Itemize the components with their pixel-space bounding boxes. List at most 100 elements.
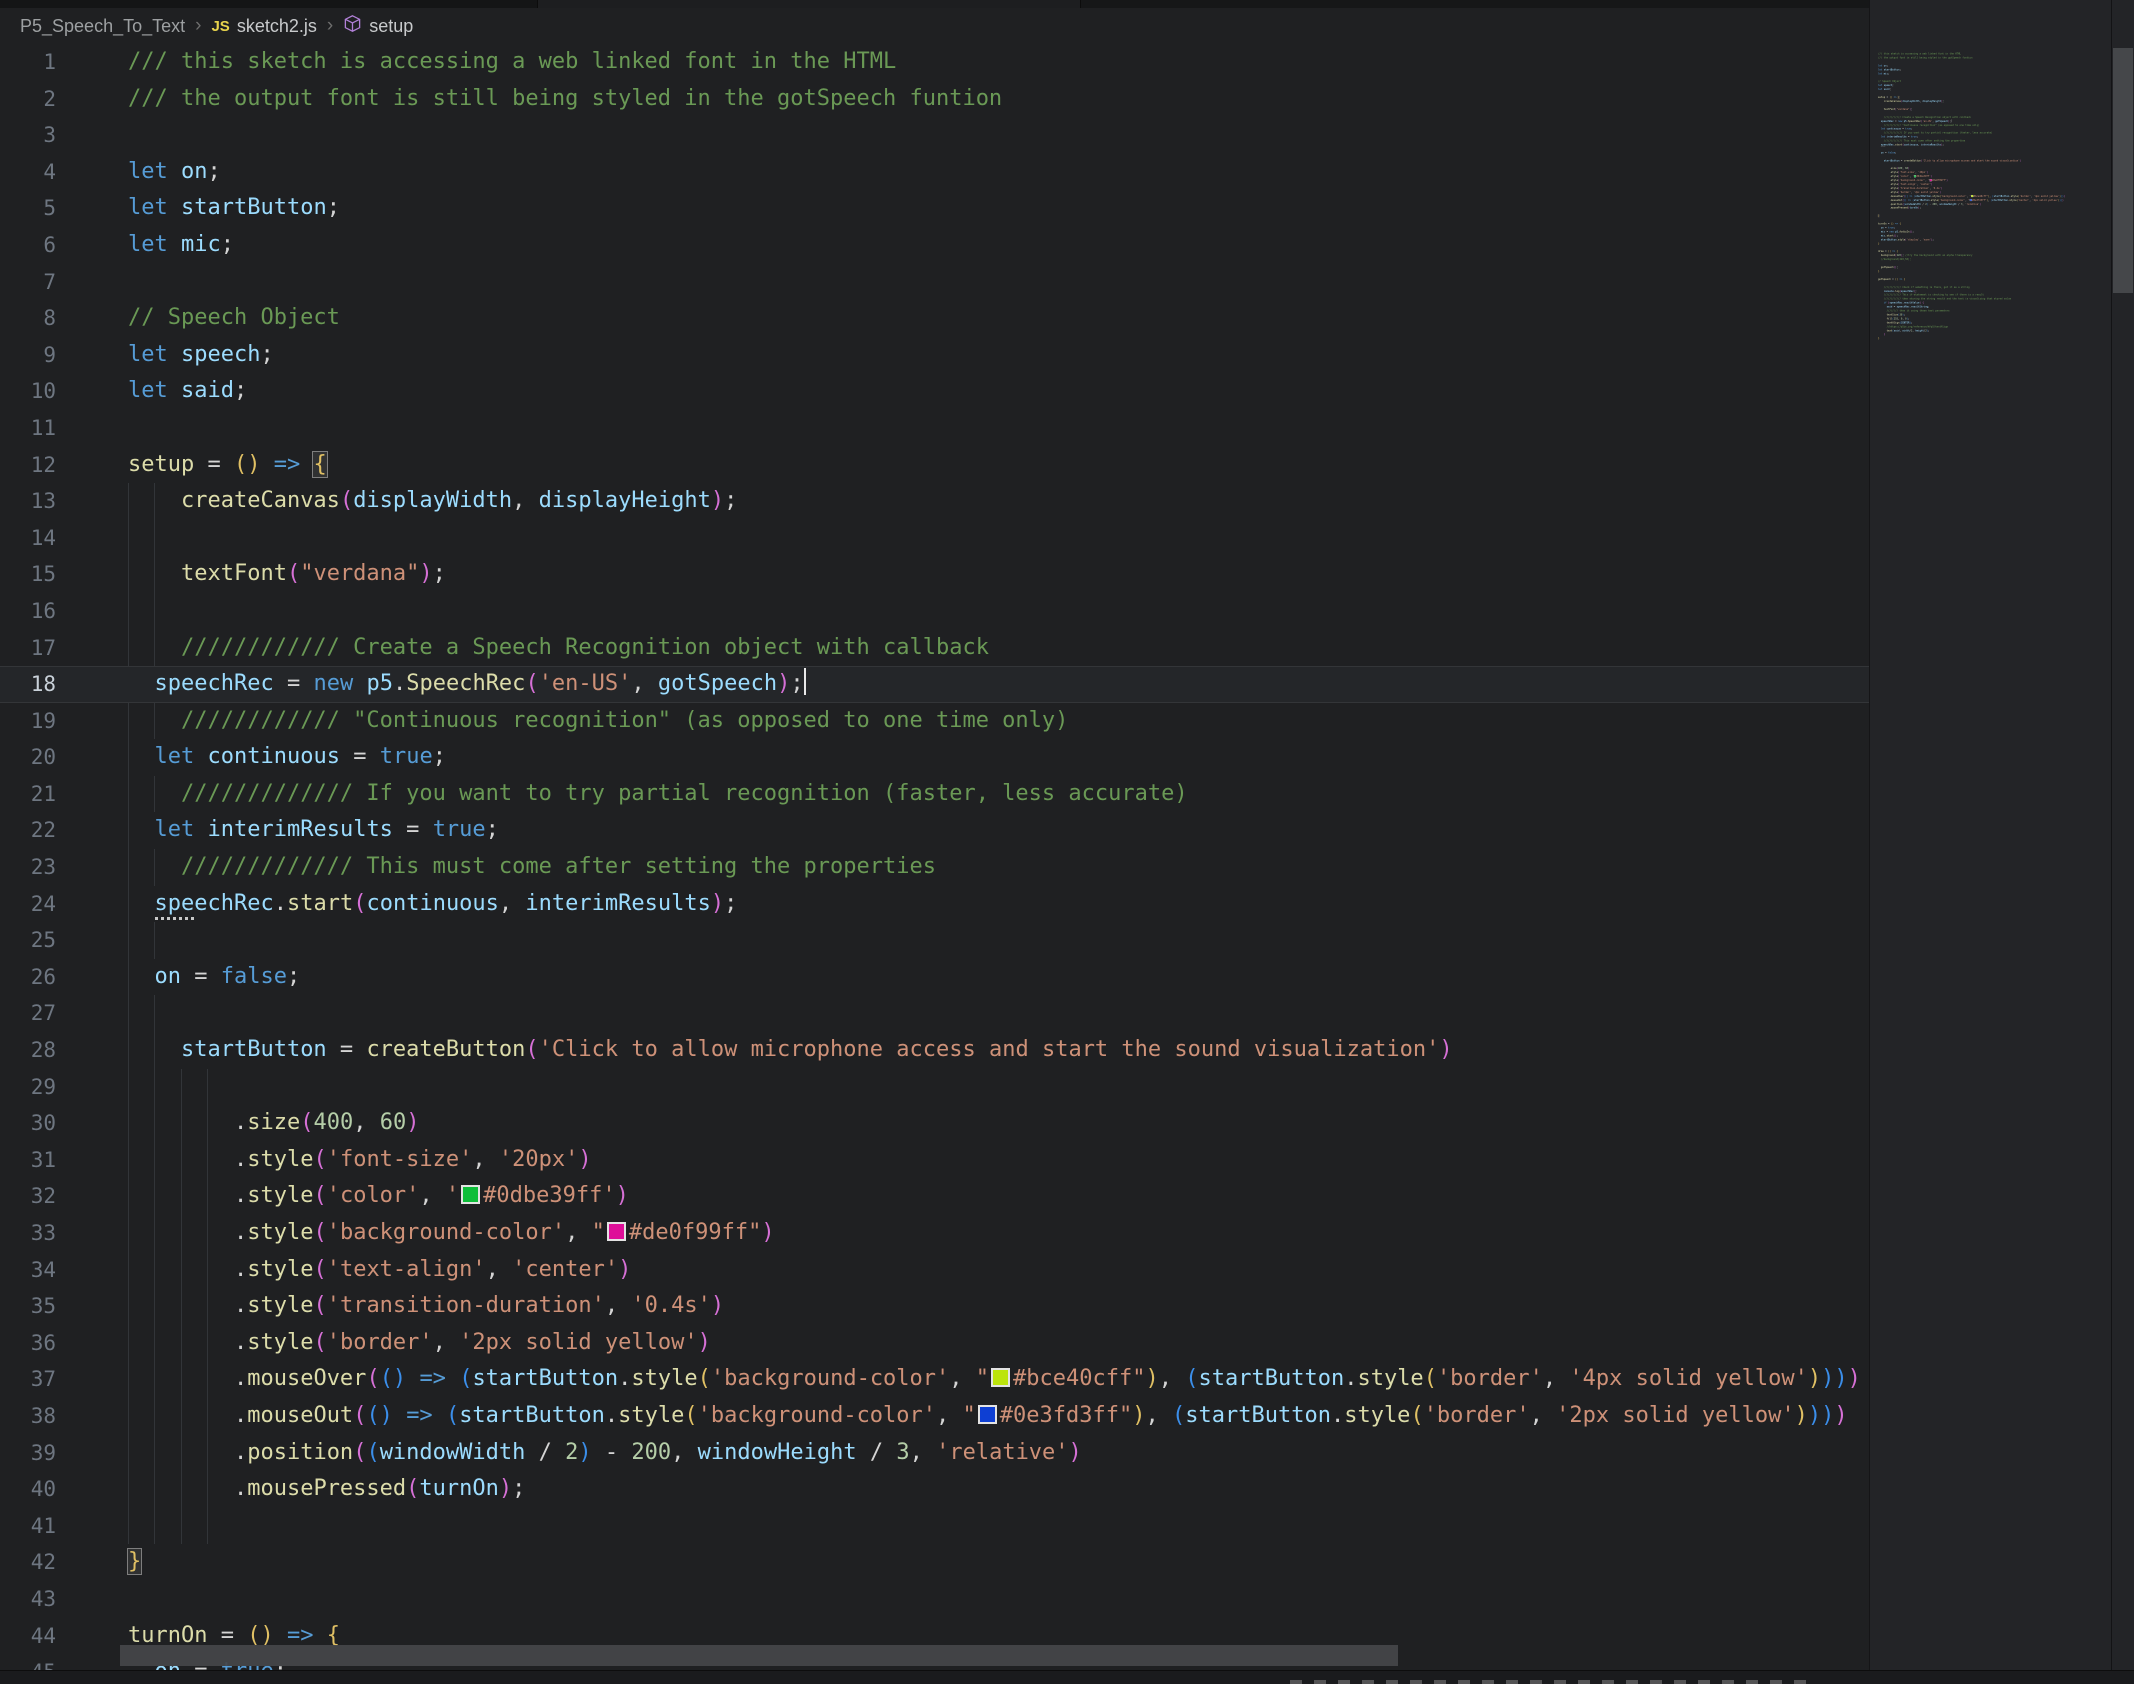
vertical-scrollbar-thumb[interactable] bbox=[2113, 48, 2133, 293]
horizontal-scrollbar-thumb[interactable] bbox=[120, 1645, 1398, 1666]
code-line[interactable]: 7 bbox=[0, 264, 1869, 301]
code-line[interactable]: 41 bbox=[0, 1508, 1869, 1545]
code-line[interactable]: 23 ///////////// This must come after se… bbox=[0, 849, 1869, 886]
inline-color-swatch[interactable] bbox=[607, 1222, 626, 1241]
code-line-text[interactable]: .style('transition-duration', '0.4s') bbox=[100, 1288, 1869, 1325]
code-line[interactable]: 12setup = () => { bbox=[0, 447, 1869, 484]
code-line[interactable]: 29 bbox=[0, 1069, 1869, 1106]
code-line-text[interactable]: .style('background-color', "#de0f99ff") bbox=[100, 1215, 1869, 1252]
line-number[interactable]: 13 bbox=[0, 483, 100, 520]
code-line-text[interactable]: on = false; bbox=[100, 959, 1869, 996]
code-line[interactable]: 33 .style('background-color', "#de0f99ff… bbox=[0, 1215, 1869, 1252]
line-number[interactable]: 5 bbox=[0, 190, 100, 227]
line-number[interactable]: 23 bbox=[0, 849, 100, 886]
code-line-text[interactable]: ///////////// If you want to try partial… bbox=[100, 776, 1869, 813]
tab-strip[interactable] bbox=[0, 0, 2134, 8]
code-line-text[interactable]: let said; bbox=[100, 373, 1869, 410]
line-number[interactable]: 11 bbox=[0, 410, 100, 447]
code-line-text[interactable]: .size(400, 60) bbox=[100, 1105, 1869, 1142]
code-line-text[interactable]: createCanvas(displayWidth, displayHeight… bbox=[100, 483, 1869, 520]
code-line[interactable]: 30 .size(400, 60) bbox=[0, 1105, 1869, 1142]
code-line-text[interactable]: .style('text-align', 'center') bbox=[100, 1252, 1869, 1289]
code-line[interactable]: 28 startButton = createButton('Click to … bbox=[0, 1032, 1869, 1069]
code-line-text[interactable]: } bbox=[100, 1544, 1869, 1581]
code-line-text[interactable]: setup = () => { bbox=[100, 447, 1869, 484]
line-number[interactable]: 28 bbox=[0, 1032, 100, 1069]
code-line-text[interactable]: let continuous = true; bbox=[100, 739, 1869, 776]
code-line[interactable]: 8// Speech Object bbox=[0, 300, 1869, 337]
code-editor-area[interactable]: 1/// this sketch is accessing a web link… bbox=[0, 44, 1869, 1684]
code-line[interactable]: 26 on = false; bbox=[0, 959, 1869, 996]
code-line[interactable]: 15 textFont("verdana"); bbox=[0, 556, 1869, 593]
line-number[interactable]: 1 bbox=[0, 44, 100, 81]
line-number[interactable]: 31 bbox=[0, 1142, 100, 1179]
tab-segment-active[interactable] bbox=[538, 0, 1081, 8]
line-number[interactable]: 27 bbox=[0, 995, 100, 1032]
line-number[interactable]: 24 bbox=[0, 886, 100, 923]
code-line[interactable]: 31 .style('font-size', '20px') bbox=[0, 1142, 1869, 1179]
code-line[interactable]: 3 bbox=[0, 117, 1869, 154]
line-number[interactable]: 12 bbox=[0, 447, 100, 484]
line-number[interactable]: 44 bbox=[0, 1618, 100, 1655]
line-number[interactable]: 42 bbox=[0, 1544, 100, 1581]
line-number[interactable]: 29 bbox=[0, 1069, 100, 1106]
code-line-text[interactable] bbox=[100, 995, 1869, 1032]
code-line-text[interactable]: let mic; bbox=[100, 227, 1869, 264]
code-line-text[interactable]: /// the output font is still being style… bbox=[100, 81, 1869, 118]
code-line[interactable]: 6let mic; bbox=[0, 227, 1869, 264]
code-line-text[interactable] bbox=[100, 1508, 1869, 1545]
tab-segment[interactable] bbox=[0, 0, 538, 8]
line-number[interactable]: 25 bbox=[0, 922, 100, 959]
line-number[interactable]: 8 bbox=[0, 300, 100, 337]
code-line[interactable]: 19 //////////// "Continuous recognition"… bbox=[0, 703, 1869, 740]
line-number[interactable]: 21 bbox=[0, 776, 100, 813]
code-line[interactable]: 21 ///////////// If you want to try part… bbox=[0, 776, 1869, 813]
code-line-text[interactable]: // Speech Object bbox=[100, 300, 1869, 337]
code-line[interactable]: 40 .mousePressed(turnOn); bbox=[0, 1471, 1869, 1508]
code-line-text[interactable] bbox=[100, 1581, 1869, 1618]
code-line-text[interactable]: .mouseOver(() => (startButton.style('bac… bbox=[100, 1361, 1869, 1398]
line-number[interactable]: 33 bbox=[0, 1215, 100, 1252]
code-line[interactable]: 38 .mouseOut(() => (startButton.style('b… bbox=[0, 1398, 1869, 1435]
code-line[interactable]: 32 .style('color', '#0dbe39ff') bbox=[0, 1178, 1869, 1215]
line-number[interactable]: 40 bbox=[0, 1471, 100, 1508]
code-line-text[interactable]: speechRec = new p5.SpeechRec('en-US', go… bbox=[100, 666, 1869, 703]
code-line-text[interactable]: /// this sketch is accessing a web linke… bbox=[100, 44, 1869, 81]
code-line[interactable]: 9let speech; bbox=[0, 337, 1869, 374]
breadcrumb-symbol[interactable]: setup bbox=[369, 16, 413, 37]
line-number[interactable]: 32 bbox=[0, 1178, 100, 1215]
code-line[interactable]: 11 bbox=[0, 410, 1869, 447]
code-line[interactable]: 37 .mouseOver(() => (startButton.style('… bbox=[0, 1361, 1869, 1398]
code-line[interactable]: 20 let continuous = true; bbox=[0, 739, 1869, 776]
code-line-text[interactable]: //////////// "Continuous recognition" (a… bbox=[100, 703, 1869, 740]
code-line[interactable]: 24 speechRec.start(continuous, interimRe… bbox=[0, 886, 1869, 923]
code-line[interactable]: 16 bbox=[0, 593, 1869, 630]
inline-color-swatch[interactable] bbox=[461, 1185, 480, 1204]
line-number[interactable]: 37 bbox=[0, 1361, 100, 1398]
line-number[interactable]: 18 bbox=[0, 666, 100, 703]
line-number[interactable]: 36 bbox=[0, 1325, 100, 1362]
code-line-text[interactable]: ///////////// This must come after setti… bbox=[100, 849, 1869, 886]
minimap[interactable]: /// this sketch is accessing a web linke… bbox=[1869, 0, 2111, 1670]
code-line[interactable]: 4let on; bbox=[0, 154, 1869, 191]
code-line-text[interactable]: let interimResults = true; bbox=[100, 812, 1869, 849]
code-line-text[interactable]: speechRec.start(continuous, interimResul… bbox=[100, 886, 1869, 923]
code-line[interactable]: 43 bbox=[0, 1581, 1869, 1618]
code-line[interactable]: 39 .position((windowWidth / 2) - 200, wi… bbox=[0, 1435, 1869, 1472]
line-number[interactable]: 14 bbox=[0, 520, 100, 557]
line-number[interactable]: 16 bbox=[0, 593, 100, 630]
code-line-text[interactable]: textFont("verdana"); bbox=[100, 556, 1869, 593]
code-line-text[interactable] bbox=[100, 264, 1869, 301]
line-number[interactable]: 7 bbox=[0, 264, 100, 301]
code-line-text[interactable]: let speech; bbox=[100, 337, 1869, 374]
code-line[interactable]: 18 speechRec = new p5.SpeechRec('en-US',… bbox=[0, 666, 1869, 703]
line-number[interactable]: 30 bbox=[0, 1105, 100, 1142]
code-line-text[interactable]: .mousePressed(turnOn); bbox=[100, 1471, 1869, 1508]
code-line-text[interactable] bbox=[100, 593, 1869, 630]
code-line[interactable]: 13 createCanvas(displayWidth, displayHei… bbox=[0, 483, 1869, 520]
line-number[interactable]: 43 bbox=[0, 1581, 100, 1618]
line-number[interactable]: 20 bbox=[0, 739, 100, 776]
code-line-text[interactable]: .position((windowWidth / 2) - 200, windo… bbox=[100, 1435, 1869, 1472]
line-number[interactable]: 2 bbox=[0, 81, 100, 118]
inline-color-swatch[interactable] bbox=[978, 1405, 997, 1424]
